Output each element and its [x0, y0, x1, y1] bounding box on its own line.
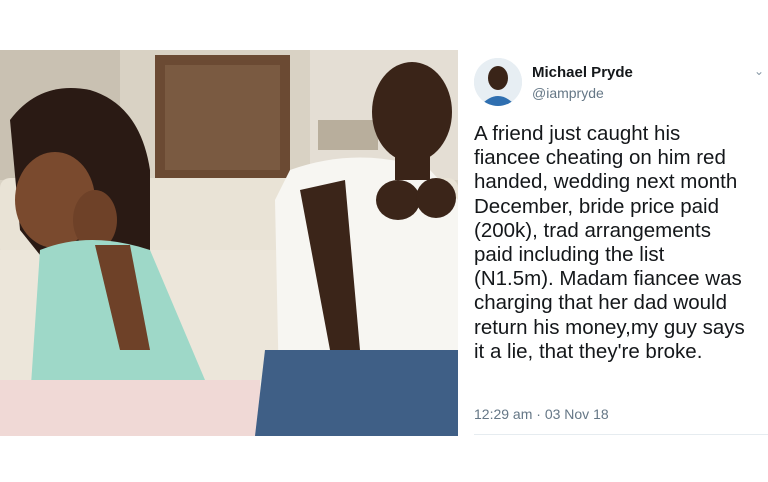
avatar[interactable] — [474, 58, 522, 106]
divider — [474, 434, 768, 435]
photo-couple — [0, 50, 458, 436]
author-name[interactable]: Michael Pryde — [532, 64, 633, 81]
chevron-down-icon[interactable]: ⌄ — [754, 64, 764, 78]
tweet-card: Michael Pryde @iampryde ⌄ A friend just … — [462, 50, 768, 436]
author-handle[interactable]: @iampryde — [532, 85, 604, 101]
tweet-text: A friend just caught his fiancee cheatin… — [474, 122, 745, 363]
tweet-date: 03 Nov 18 — [544, 406, 609, 422]
tweet-timestamp[interactable]: 12:29 am · 03 Nov 18 — [474, 406, 609, 422]
meta-separator: · — [536, 406, 541, 422]
tweet-time: 12:29 am — [474, 406, 533, 422]
